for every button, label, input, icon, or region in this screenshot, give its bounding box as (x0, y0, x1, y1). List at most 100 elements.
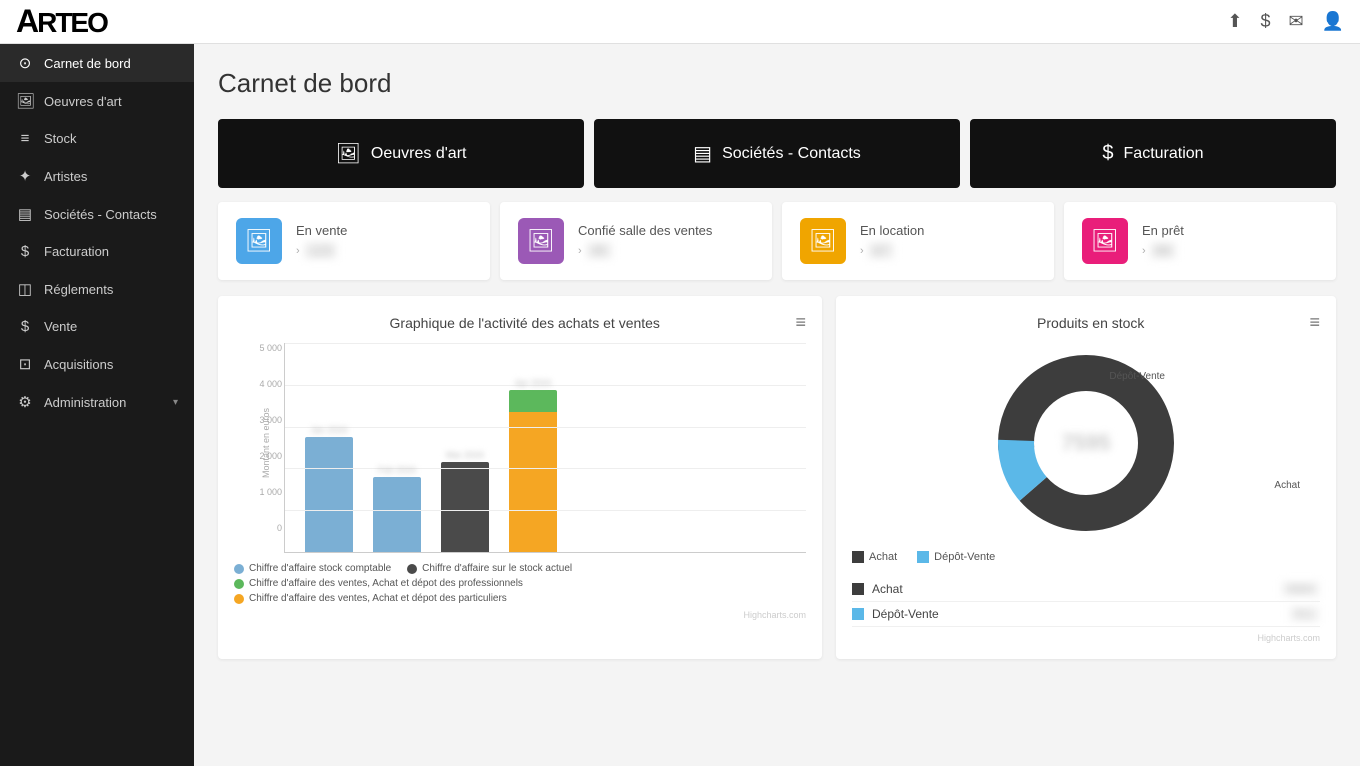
stock-color-depot (852, 608, 864, 620)
sidebar-item-artistes[interactable]: ✦ Artistes (0, 157, 194, 195)
donut-legend-achat-color (852, 551, 864, 563)
y-tick: 1 000 (238, 487, 282, 497)
sale-icon: $ (16, 318, 34, 335)
legend-label: Chiffre d'affaire sur le stock actuel (422, 563, 572, 574)
bar-chart-legend: Chiffre d'affaire stock comptable Chiffr… (234, 563, 806, 604)
sidebar-item-stock[interactable]: ≡ Stock (0, 120, 194, 157)
legend-color-orange (234, 594, 244, 604)
bar-label: Apr 2024 (515, 378, 552, 388)
en-vente-number: 123 (304, 242, 338, 259)
bar-chart-credit: Highcharts.com (234, 610, 806, 620)
sidebar-item-acquisitions[interactable]: ⊡ Acquisitions (0, 345, 194, 383)
confie-salle-info: Confié salle des ventes › 45 (578, 223, 754, 259)
user-icon[interactable]: 👤 (1322, 11, 1344, 32)
en-location-number: 67 (868, 242, 894, 259)
en-location-thumb: 🖼 (800, 218, 846, 264)
bar-stacked (509, 390, 557, 552)
artwork-btn-icon: 🖼 (336, 141, 361, 166)
en-location-info: En location › 67 (860, 223, 1036, 259)
confie-salle-thumb: 🖼 (518, 218, 564, 264)
sidebar-item-vente[interactable]: $ Vente (0, 308, 194, 345)
bar-group-4: Apr 2024 (509, 378, 557, 552)
donut-chart-card: Produits en stock ≡ 7595 Dépôt-Vente (836, 296, 1336, 659)
confie-salle-value: › 45 (578, 242, 754, 259)
legend-color-blue (234, 564, 244, 574)
sidebar-label: Artistes (44, 169, 87, 184)
stat-card-en-location[interactable]: 🖼 En location › 67 (782, 202, 1054, 280)
page-title: Carnet de bord (218, 68, 1336, 99)
donut-legend-achat-label: Achat (869, 551, 897, 563)
mail-icon[interactable]: ✉ (1288, 11, 1303, 32)
achat-chart-label: Achat (1274, 480, 1300, 491)
logo-text: ARTEO (16, 3, 107, 40)
bar-label: Jan 2024 (310, 425, 347, 435)
legend-label: Chiffre d'affaire stock comptable (249, 563, 391, 574)
sidebar-item-administration[interactable]: ⚙ Administration ▾ (0, 383, 194, 421)
en-vente-value: › 123 (296, 242, 472, 259)
donut-chart-menu-icon[interactable]: ≡ (1309, 312, 1320, 333)
confie-salle-number: 45 (586, 242, 612, 259)
donut-legend-achat: Achat (852, 551, 897, 563)
billing-icon: $ (16, 243, 34, 260)
sidebar-label: Carnet de bord (44, 56, 131, 71)
stock-color-achat (852, 583, 864, 595)
stock-value-depot: 911 (1289, 606, 1320, 622)
dollar-icon[interactable]: $ (1260, 11, 1270, 32)
societes-btn-label: Sociétés - Contacts (722, 145, 861, 163)
en-location-label: En location (860, 223, 1036, 238)
grid-line (285, 427, 806, 428)
bars-area: Jan 2024 Feb 2024 Mar 2024 (284, 343, 806, 553)
contacts-icon: ▤ (16, 205, 34, 223)
payments-icon: ◫ (16, 280, 34, 298)
stat-card-confie-salle[interactable]: 🖼 Confié salle des ventes › 45 (500, 202, 772, 280)
big-buttons-row: 🖼 Oeuvres d'art ▤ Sociétés - Contacts $ … (218, 119, 1336, 188)
grid-line (285, 510, 806, 511)
stat-card-en-pret[interactable]: 🖼 En prêt › 89 (1064, 202, 1336, 280)
chevron-icon: › (1142, 245, 1146, 257)
legend-label: Chiffre d'affaire des ventes, Achat et d… (249, 593, 507, 604)
donut-chart-title: Produits en stock (872, 315, 1309, 331)
donut-legend-depot: Dépôt-Vente (917, 551, 995, 563)
chevron-right-icon: ▾ (173, 397, 178, 408)
contacts-btn-icon: ▤ (693, 141, 712, 166)
sidebar: ⊙ Carnet de bord 🖼 Oeuvres d'art ≡ Stock… (0, 44, 194, 766)
y-tick: 5 000 (238, 343, 282, 353)
oeuvres-btn-label: Oeuvres d'art (371, 145, 467, 163)
facturation-btn-label: Facturation (1124, 145, 1204, 163)
stock-label-depot: Dépôt-Vente (872, 607, 1289, 621)
main-content: Carnet de bord 🖼 Oeuvres d'art ▤ Société… (194, 44, 1360, 766)
bar-group-2: Feb 2024 (373, 465, 421, 552)
en-vente-info: En vente › 123 (296, 223, 472, 259)
en-pret-value: › 89 (1142, 242, 1318, 259)
bar-blue (305, 437, 353, 552)
oeuvres-dart-button[interactable]: 🖼 Oeuvres d'art (218, 119, 584, 188)
app-body: ⊙ Carnet de bord 🖼 Oeuvres d'art ≡ Stock… (0, 44, 1360, 766)
bar-group-3: Mar 2024 (441, 450, 489, 552)
charts-row: Graphique de l'activité des achats et ve… (218, 296, 1336, 659)
facturation-button[interactable]: $ Facturation (970, 119, 1336, 188)
bar-chart-title: Graphique de l'activité des achats et ve… (254, 315, 795, 331)
sidebar-item-oeuvres-dart[interactable]: 🖼 Oeuvres d'art (0, 82, 194, 120)
legend-row-3: Chiffre d'affaire des ventes, Achat et d… (234, 593, 806, 604)
chevron-icon: › (578, 245, 582, 257)
donut-legend-depot-label: Dépôt-Vente (934, 551, 995, 563)
sidebar-item-societes-contacts[interactable]: ▤ Sociétés - Contacts (0, 195, 194, 233)
bar-chart-menu-icon[interactable]: ≡ (795, 312, 806, 333)
admin-icon: ⚙ (16, 393, 34, 411)
stock-icon: ≡ (16, 130, 34, 147)
bar-chart-card: Graphique de l'activité des achats et ve… (218, 296, 822, 659)
donut-legend: Achat Dépôt-Vente (852, 551, 1320, 563)
legend-item-orange: Chiffre d'affaire des ventes, Achat et d… (234, 593, 507, 604)
sidebar-item-reglements[interactable]: ◫ Réglements (0, 270, 194, 308)
upload-icon[interactable]: ⬆ (1227, 11, 1242, 32)
en-vente-thumb: 🖼 (236, 218, 282, 264)
sidebar-item-carnet-de-bord[interactable]: ⊙ Carnet de bord (0, 44, 194, 82)
stat-card-en-vente[interactable]: 🖼 En vente › 123 (218, 202, 490, 280)
en-vente-label: En vente (296, 223, 472, 238)
sidebar-item-facturation[interactable]: $ Facturation (0, 233, 194, 270)
legend-row-1: Chiffre d'affaire stock comptable Chiffr… (234, 563, 806, 574)
societes-contacts-button[interactable]: ▤ Sociétés - Contacts (594, 119, 960, 188)
legend-color-green (234, 579, 244, 589)
en-pret-thumb: 🖼 (1082, 218, 1128, 264)
top-icons: ⬆ $ ✉ 👤 (1227, 11, 1344, 32)
